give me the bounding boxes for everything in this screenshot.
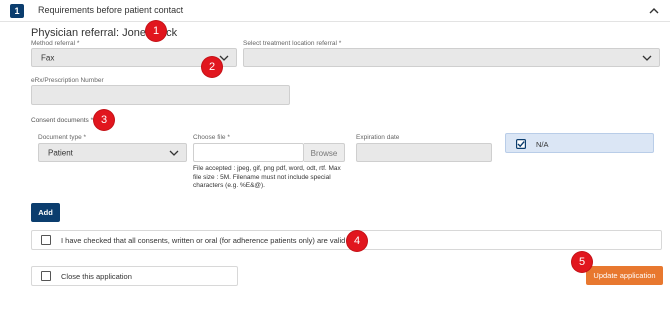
method-referral-value: Fax bbox=[41, 53, 55, 62]
browse-button[interactable]: Browse bbox=[304, 143, 345, 162]
update-application-button[interactable]: Update application bbox=[586, 266, 663, 285]
chevron-up-icon[interactable] bbox=[648, 4, 660, 16]
chevron-down-icon bbox=[169, 150, 179, 156]
treatment-location-select[interactable] bbox=[243, 48, 660, 67]
erx-input[interactable] bbox=[31, 85, 290, 105]
annotation-marker-1: 1 bbox=[146, 21, 166, 41]
treatment-location-label: Select treatment location referral * bbox=[243, 40, 342, 47]
close-application-checkbox[interactable] bbox=[41, 271, 51, 281]
annotation-marker-4: 4 bbox=[347, 231, 367, 251]
add-button[interactable]: Add bbox=[31, 203, 60, 222]
consent-documents-label: Consent documents * bbox=[31, 117, 94, 124]
annotation-marker-5: 5 bbox=[572, 252, 592, 272]
document-type-value: Patient bbox=[48, 148, 73, 157]
choose-file-label: Choose file * bbox=[193, 134, 230, 141]
erx-label: eRx/Prescription Number bbox=[31, 77, 104, 84]
na-label: N/A bbox=[536, 140, 549, 149]
method-referral-label: Method referral * bbox=[31, 40, 80, 47]
annotation-marker-3: 3 bbox=[94, 110, 114, 130]
expiration-date-label: Expiration date bbox=[356, 134, 400, 141]
consents-valid-checkbox[interactable] bbox=[41, 235, 51, 245]
section-title: Requirements before patient contact bbox=[38, 5, 184, 15]
file-accepted-hint: File accepted : jpeg, gif, png pdf, word… bbox=[193, 165, 341, 189]
checkbox-checked-icon[interactable] bbox=[516, 139, 526, 149]
document-type-label: Document type * bbox=[38, 134, 87, 141]
close-application-row[interactable]: Close this application bbox=[31, 266, 238, 286]
chevron-down-icon bbox=[642, 55, 652, 61]
na-checkbox-container[interactable]: N/A bbox=[505, 133, 654, 153]
document-type-select[interactable]: Patient bbox=[38, 143, 187, 162]
expiration-date-input[interactable] bbox=[356, 143, 492, 162]
close-application-label: Close this application bbox=[61, 272, 132, 281]
annotation-marker-2: 2 bbox=[202, 57, 222, 77]
consents-valid-label: I have checked that all consents, writte… bbox=[61, 236, 346, 245]
choose-file-input[interactable] bbox=[193, 143, 304, 162]
step-number-badge: 1 bbox=[10, 4, 24, 18]
chevron-down-icon bbox=[219, 55, 229, 61]
